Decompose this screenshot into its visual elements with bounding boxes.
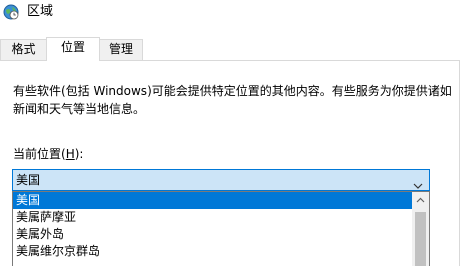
- dropdown-scrollbar[interactable]: [412, 192, 429, 266]
- location-dropdown-list: 美国 美属萨摩亚 美属外岛 美属维尔京群岛: [12, 191, 430, 266]
- window-title: 区域: [27, 4, 54, 19]
- region-dialog: 区域 格式 位置 管理 有些软件(包括 Windows)可能会提供特定位置的其他…: [0, 0, 470, 266]
- location-description: 有些软件(包括 Windows)可能会提供特定位置的其他内容。有些服务为你提供诸…: [13, 84, 452, 116]
- label-prefix: 当前位置(: [13, 147, 66, 161]
- current-location-combobox[interactable]: 美国: [12, 169, 430, 191]
- tab-location[interactable]: 位置: [46, 37, 100, 61]
- dropdown-option[interactable]: 美属萨摩亚: [13, 209, 413, 226]
- combobox-selected-value: 美国: [16, 173, 41, 187]
- location-tab-panel: 有些软件(包括 Windows)可能会提供特定位置的其他内容。有些服务为你提供诸…: [0, 60, 460, 266]
- title-bar: 区域: [0, 0, 470, 34]
- scrollbar-thumb[interactable]: [415, 212, 426, 266]
- tab-format[interactable]: 格式: [0, 39, 47, 61]
- chevron-down-icon[interactable]: [413, 176, 423, 189]
- label-suffix: ):: [74, 147, 84, 161]
- globe-clock-icon: [3, 4, 19, 20]
- current-location-label: 当前位置(H):: [13, 146, 83, 162]
- dropdown-option-selected[interactable]: 美国: [13, 192, 413, 209]
- tab-administrative[interactable]: 管理: [99, 39, 143, 61]
- dropdown-options: 美国 美属萨摩亚 美属外岛 美属维尔京群岛: [13, 192, 413, 260]
- tab-strip: 格式 位置 管理: [0, 37, 470, 61]
- scroll-up-arrow-icon[interactable]: [412, 192, 429, 209]
- dropdown-option[interactable]: 美属维尔京群岛: [13, 243, 413, 260]
- label-hotkey: H: [65, 147, 75, 161]
- dropdown-option[interactable]: 美属外岛: [13, 226, 413, 243]
